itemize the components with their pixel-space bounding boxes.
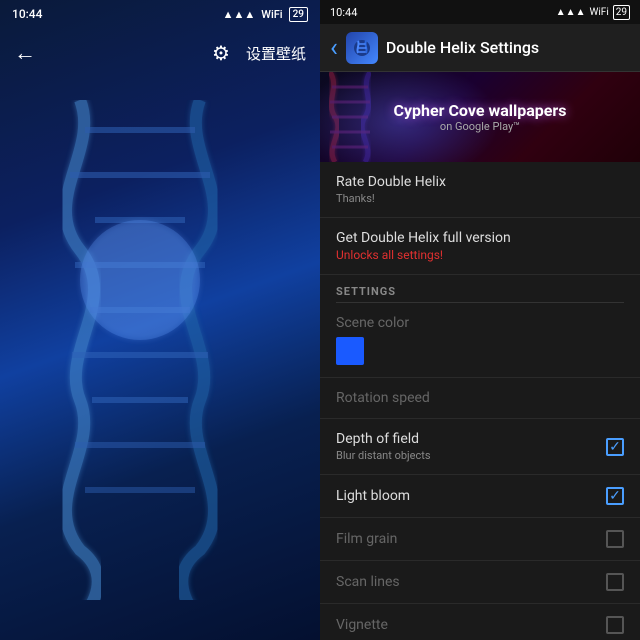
left-panel: 10:44 ▲▲▲ WiFi 29 ← ⚙ 设置壁纸 — [0, 0, 320, 640]
right-battery-icon: 29 — [613, 5, 630, 20]
item-label: Rate Double Helix — [336, 174, 446, 190]
right-signal-icon: ▲▲▲ — [556, 7, 586, 18]
item-label: Vignette — [336, 617, 388, 633]
right-status-bar: 10:44 ▲▲▲ WiFi 29 — [320, 0, 640, 24]
item-text: Depth of field Blur distant objects — [336, 431, 431, 462]
vignette-checkbox — [606, 616, 624, 634]
item-label: Film grain — [336, 531, 397, 547]
item-text: Film grain — [336, 531, 397, 547]
banner-title: Cypher Cove wallpapers — [393, 101, 566, 120]
toolbar-right: ⚙ 设置壁纸 — [212, 41, 306, 65]
item-label: Depth of field — [336, 431, 431, 447]
film-grain-item: Film grain — [320, 518, 640, 561]
item-text: Light bloom — [336, 488, 410, 504]
signal-icon: ▲▲▲ — [223, 8, 256, 21]
light-bloom-item[interactable]: Light bloom ✓ — [320, 475, 640, 518]
color-swatch — [336, 337, 364, 365]
item-text: Vignette — [336, 617, 388, 633]
banner-subtitle: on Google Play™ — [393, 120, 566, 133]
item-text: Rotation speed — [336, 390, 430, 406]
unlock-label: Unlocks all settings! — [336, 248, 511, 262]
right-status-icons: ▲▲▲ WiFi 29 — [556, 5, 630, 20]
right-time: 10:44 — [330, 6, 357, 19]
item-label: Scene color — [336, 315, 409, 331]
right-wifi-icon: WiFi — [589, 7, 608, 18]
dna-background — [0, 0, 320, 640]
item-label: Get Double Helix full version — [336, 230, 511, 246]
settings-list: Rate Double Helix Thanks! Get Double Hel… — [320, 162, 640, 640]
app-toolbar: ‹ Double Helix Settings — [320, 24, 640, 72]
banner[interactable]: Cypher Cove wallpapers on Google Play™ — [320, 72, 640, 162]
item-sublabel: Blur distant objects — [336, 449, 431, 462]
wifi-icon: WiFi — [261, 8, 282, 21]
right-panel: 10:44 ▲▲▲ WiFi 29 ‹ Double Helix Setting… — [320, 0, 640, 640]
banner-text: Cypher Cove wallpapers on Google Play™ — [393, 101, 566, 133]
list-item: Rotation speed — [320, 378, 640, 419]
depth-of-field-item[interactable]: Depth of field Blur distant objects ✓ — [320, 419, 640, 475]
back-button[interactable]: ← — [14, 40, 36, 66]
light-bloom-checkbox[interactable]: ✓ — [606, 487, 624, 505]
left-status-icons: ▲▲▲ WiFi 29 — [223, 7, 308, 22]
scan-lines-checkbox — [606, 573, 624, 591]
list-item[interactable]: Rate Double Helix Thanks! — [320, 162, 640, 218]
app-icon — [346, 32, 378, 64]
settings-section-header: SETTINGS — [320, 275, 640, 302]
depth-of-field-checkbox[interactable]: ✓ — [606, 438, 624, 456]
app-back-button[interactable]: ‹ — [330, 35, 338, 61]
left-toolbar: ← ⚙ 设置壁纸 — [0, 28, 320, 78]
scan-lines-item: Scan lines — [320, 561, 640, 604]
battery-icon: 29 — [289, 7, 308, 22]
item-label: Scan lines — [336, 574, 400, 590]
toolbar-title: 设置壁纸 — [246, 43, 306, 64]
item-text: Scan lines — [336, 574, 400, 590]
item-text: Rate Double Helix Thanks! — [336, 174, 446, 205]
film-grain-checkbox — [606, 530, 624, 548]
item-text: Get Double Helix full version Unlocks al… — [336, 230, 511, 262]
item-sublabel: Thanks! — [336, 192, 446, 205]
gear-icon[interactable]: ⚙ — [212, 41, 230, 65]
left-time: 10:44 — [12, 7, 42, 21]
list-item: Scene color — [320, 303, 640, 378]
list-item[interactable]: Get Double Helix full version Unlocks al… — [320, 218, 640, 275]
left-status-bar: 10:44 ▲▲▲ WiFi 29 — [0, 0, 320, 28]
item-label: Rotation speed — [336, 390, 430, 406]
vignette-item: Vignette — [320, 604, 640, 640]
item-text: Scene color — [336, 315, 409, 365]
app-title: Double Helix Settings — [386, 38, 539, 57]
item-label: Light bloom — [336, 488, 410, 504]
